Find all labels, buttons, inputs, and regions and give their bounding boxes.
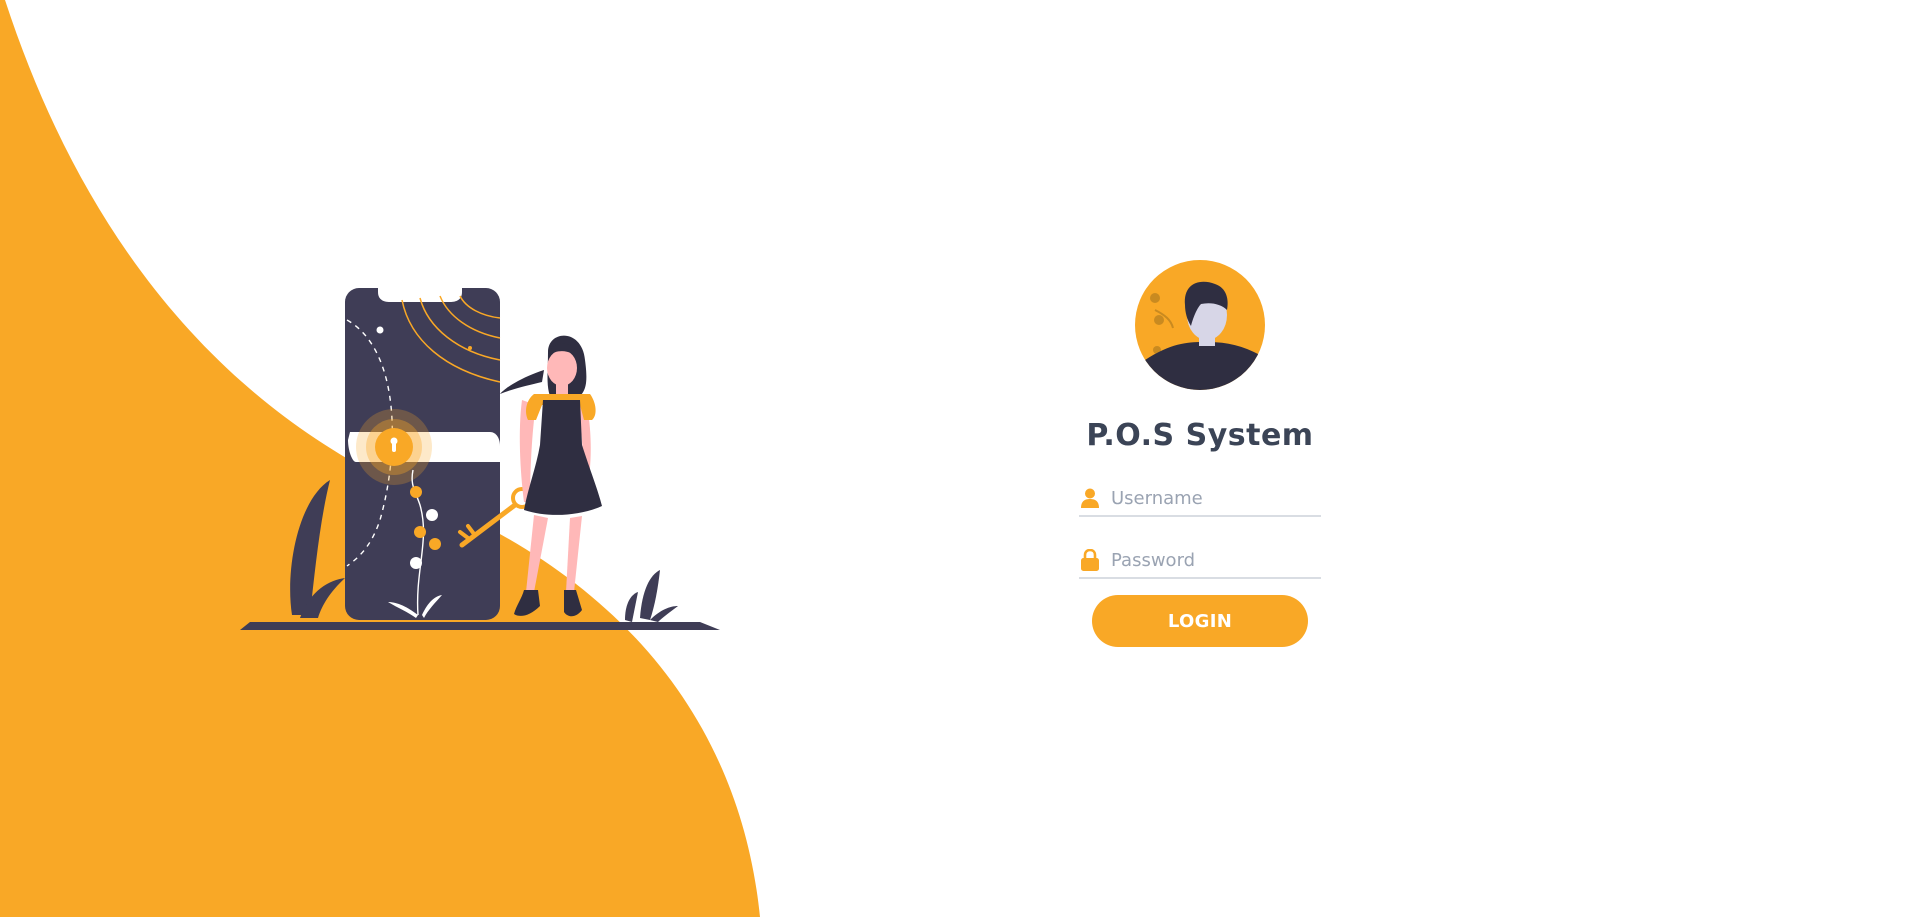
- phone-unlock-illustration: [240, 288, 720, 630]
- avatar-icon: [1135, 260, 1265, 390]
- login-form: P.O.S System LOGIN: [1075, 260, 1336, 647]
- lock-icon: [1081, 549, 1099, 571]
- login-page: P.O.S System LOGIN: [0, 0, 1920, 917]
- password-input[interactable]: [1111, 545, 1336, 575]
- user-icon: [1081, 488, 1099, 508]
- login-button[interactable]: LOGIN: [1092, 595, 1308, 647]
- username-input[interactable]: [1111, 483, 1336, 513]
- password-field: [1079, 543, 1336, 579]
- page-title: P.O.S System: [1086, 418, 1314, 453]
- username-field: [1079, 481, 1336, 517]
